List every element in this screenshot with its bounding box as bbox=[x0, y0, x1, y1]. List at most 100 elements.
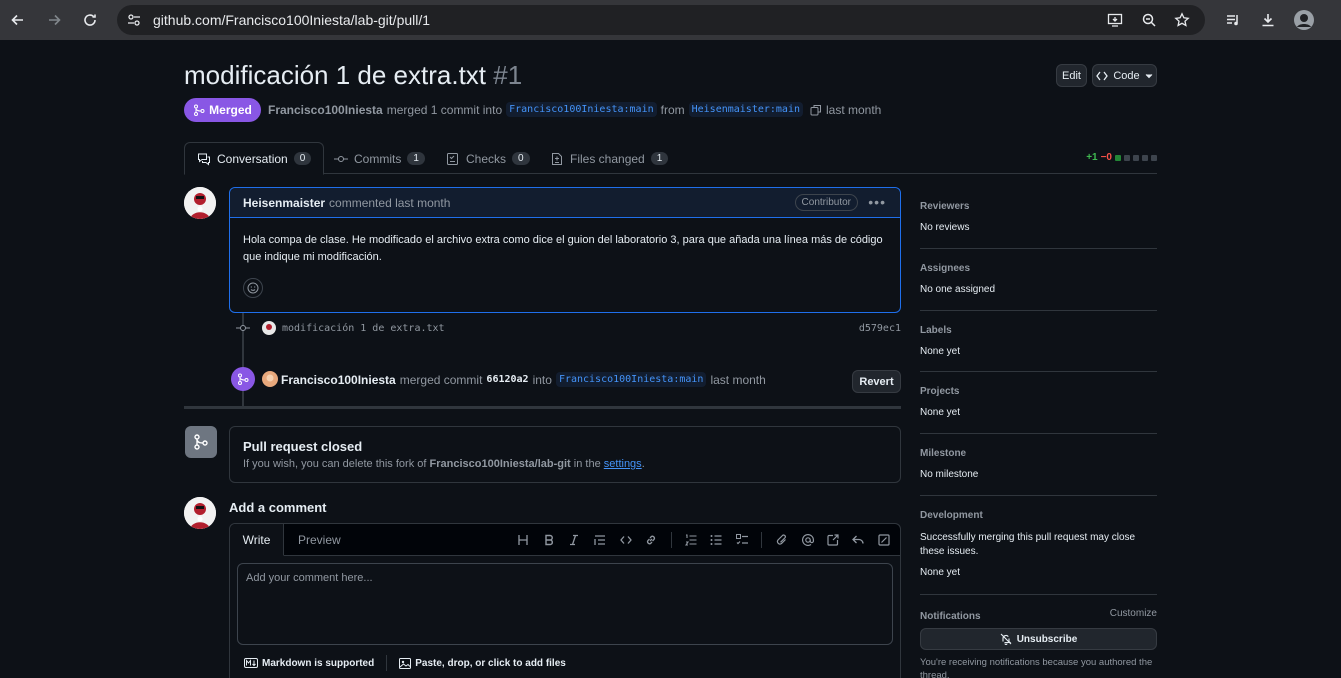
merged-text: merged 1 commit into bbox=[386, 102, 503, 117]
comment-body: Hola compa de clase. He modificado el ar… bbox=[243, 234, 883, 263]
markdown-label[interactable]: Markdown is supported bbox=[262, 658, 374, 669]
comment-author[interactable]: Heisenmaister bbox=[243, 196, 325, 210]
link-icon[interactable] bbox=[643, 532, 659, 548]
diff-block bbox=[1133, 154, 1139, 161]
editor-footer: Markdown is supported Paste, drop, or cl… bbox=[244, 655, 566, 671]
merge-sha[interactable]: 66120a2 bbox=[486, 374, 528, 385]
cross-reference-icon[interactable] bbox=[825, 532, 841, 548]
tab-commits[interactable]: Commits 1 bbox=[334, 142, 425, 175]
reload-icon[interactable] bbox=[78, 8, 102, 32]
chevron-down-icon bbox=[1145, 73, 1152, 78]
sidebar-notifications: Notifications Customize bbox=[920, 608, 1157, 622]
back-icon[interactable] bbox=[6, 8, 30, 32]
install-app-icon[interactable] bbox=[1107, 12, 1123, 28]
merge-icon bbox=[194, 104, 205, 116]
media-control-icon[interactable] bbox=[1221, 8, 1245, 32]
tab-preview[interactable]: Preview bbox=[298, 524, 341, 556]
add-reaction-icon[interactable] bbox=[243, 278, 263, 298]
sidebar-heading[interactable]: Development bbox=[920, 510, 1157, 521]
diff-block bbox=[1124, 154, 1130, 161]
fullscreen-icon[interactable] bbox=[876, 532, 892, 548]
avatar[interactable] bbox=[184, 497, 216, 529]
tab-conversation[interactable]: Conversation 0 bbox=[184, 142, 325, 175]
toolbar-divider bbox=[761, 532, 762, 548]
revert-button[interactable]: Revert bbox=[852, 370, 901, 393]
quote-icon[interactable] bbox=[592, 532, 608, 548]
tab-write[interactable]: Write bbox=[230, 524, 284, 556]
code-icon[interactable] bbox=[618, 532, 634, 548]
footer-divider bbox=[386, 655, 388, 671]
sidebar-reviewers: Reviewers No reviews bbox=[920, 201, 1157, 249]
unordered-list-icon[interactable] bbox=[708, 532, 724, 548]
comment-input[interactable]: Add your comment here... bbox=[237, 563, 893, 645]
task-list-icon[interactable] bbox=[734, 532, 750, 548]
merge-into: into bbox=[532, 372, 552, 387]
avatar[interactable] bbox=[184, 187, 216, 219]
diff-block bbox=[1115, 154, 1121, 161]
code-icon bbox=[1096, 71, 1109, 80]
sidebar-labels: Labels None yet bbox=[920, 325, 1157, 372]
sidebar-projects: Projects None yet bbox=[920, 386, 1157, 434]
downloads-icon[interactable] bbox=[1256, 8, 1280, 32]
merge-author-avatar[interactable] bbox=[262, 371, 278, 387]
bell-slash-icon bbox=[1000, 633, 1012, 645]
tab-checks[interactable]: Checks 0 bbox=[446, 142, 530, 175]
add-files-label[interactable]: Paste, drop, or click to add files bbox=[415, 658, 566, 669]
comment-header: Heisenmaister commented last month Contr… bbox=[230, 188, 900, 218]
edit-button[interactable]: Edit bbox=[1056, 64, 1087, 87]
site-info-icon[interactable] bbox=[126, 12, 142, 28]
sidebar-heading[interactable]: Projects bbox=[920, 386, 1157, 397]
sidebar-heading[interactable]: Reviewers bbox=[920, 201, 1157, 212]
diff-block bbox=[1142, 154, 1148, 161]
diffstat[interactable]: +1 −0 bbox=[1086, 152, 1157, 163]
tab-label: Files changed bbox=[570, 151, 645, 166]
sidebar-heading[interactable]: Labels bbox=[920, 325, 1157, 336]
pr-closed-box: Pull request closed If you wish, you can… bbox=[229, 426, 901, 483]
zoom-icon[interactable] bbox=[1141, 12, 1157, 28]
bookmark-star-icon[interactable] bbox=[1174, 12, 1190, 28]
commit-message[interactable]: modificación 1 de extra.txt bbox=[282, 323, 445, 334]
bold-icon[interactable] bbox=[541, 532, 557, 548]
unsubscribe-button[interactable]: Unsubscribe bbox=[920, 628, 1157, 650]
profile-avatar[interactable] bbox=[1292, 8, 1316, 32]
contributor-badge: Contributor bbox=[794, 194, 858, 211]
attach-icon[interactable] bbox=[774, 532, 790, 548]
reply-icon[interactable] bbox=[850, 532, 866, 548]
code-button[interactable]: Code bbox=[1092, 64, 1157, 87]
ordered-list-icon[interactable] bbox=[683, 532, 699, 548]
tab-label: Conversation bbox=[217, 151, 288, 166]
more-options-icon[interactable]: ••• bbox=[868, 194, 886, 210]
address-bar[interactable]: github.com/Francisco100Iniesta/lab-git/p… bbox=[117, 5, 1205, 35]
url-text[interactable]: github.com/Francisco100Iniesta/lab-git/p… bbox=[153, 12, 430, 28]
code-label: Code bbox=[1113, 69, 1140, 82]
file-diff-icon bbox=[552, 152, 562, 165]
merge-branch[interactable]: Francisco100Iniesta:main bbox=[555, 372, 707, 387]
author-link[interactable]: Francisco100Iniesta bbox=[268, 103, 383, 117]
commit-avatar[interactable] bbox=[262, 321, 276, 335]
edit-label: Edit bbox=[1062, 69, 1081, 82]
settings-link[interactable]: settings bbox=[604, 458, 642, 470]
sidebar-assignees: Assignees No one assigned bbox=[920, 263, 1157, 311]
add-comment-title: Add a comment bbox=[229, 500, 327, 515]
sidebar-value: None yet bbox=[920, 346, 961, 357]
commit-sha[interactable]: d579ec1 bbox=[859, 323, 901, 334]
head-branch[interactable]: Heisenmaister:main bbox=[688, 102, 803, 117]
comment-placeholder: Add your comment here... bbox=[246, 572, 373, 584]
tab-count: 1 bbox=[407, 152, 425, 165]
copy-icon[interactable] bbox=[810, 104, 822, 116]
tab-count: 1 bbox=[650, 152, 669, 165]
heading-icon[interactable] bbox=[515, 532, 531, 548]
base-branch[interactable]: Francisco100Iniesta:main bbox=[506, 102, 657, 117]
tab-files-changed[interactable]: Files changed 1 bbox=[550, 142, 669, 175]
browser-toolbar: github.com/Francisco100Iniesta/lab-git/p… bbox=[0, 0, 1341, 40]
forward-icon[interactable] bbox=[42, 8, 66, 32]
mention-icon[interactable] bbox=[800, 532, 816, 548]
merge-author[interactable]: Francisco100Iniesta bbox=[281, 373, 396, 387]
diff-block bbox=[1151, 154, 1157, 161]
fork-repo: Francisco100Iniesta/lab-git bbox=[429, 458, 571, 470]
customize-link[interactable]: Customize bbox=[1110, 608, 1157, 619]
sidebar-heading[interactable]: Milestone bbox=[920, 448, 1157, 459]
closed-subtitle: If you wish, you can delete this fork of… bbox=[243, 458, 887, 470]
sidebar-heading[interactable]: Assignees bbox=[920, 263, 1157, 274]
italic-icon[interactable] bbox=[566, 532, 582, 548]
